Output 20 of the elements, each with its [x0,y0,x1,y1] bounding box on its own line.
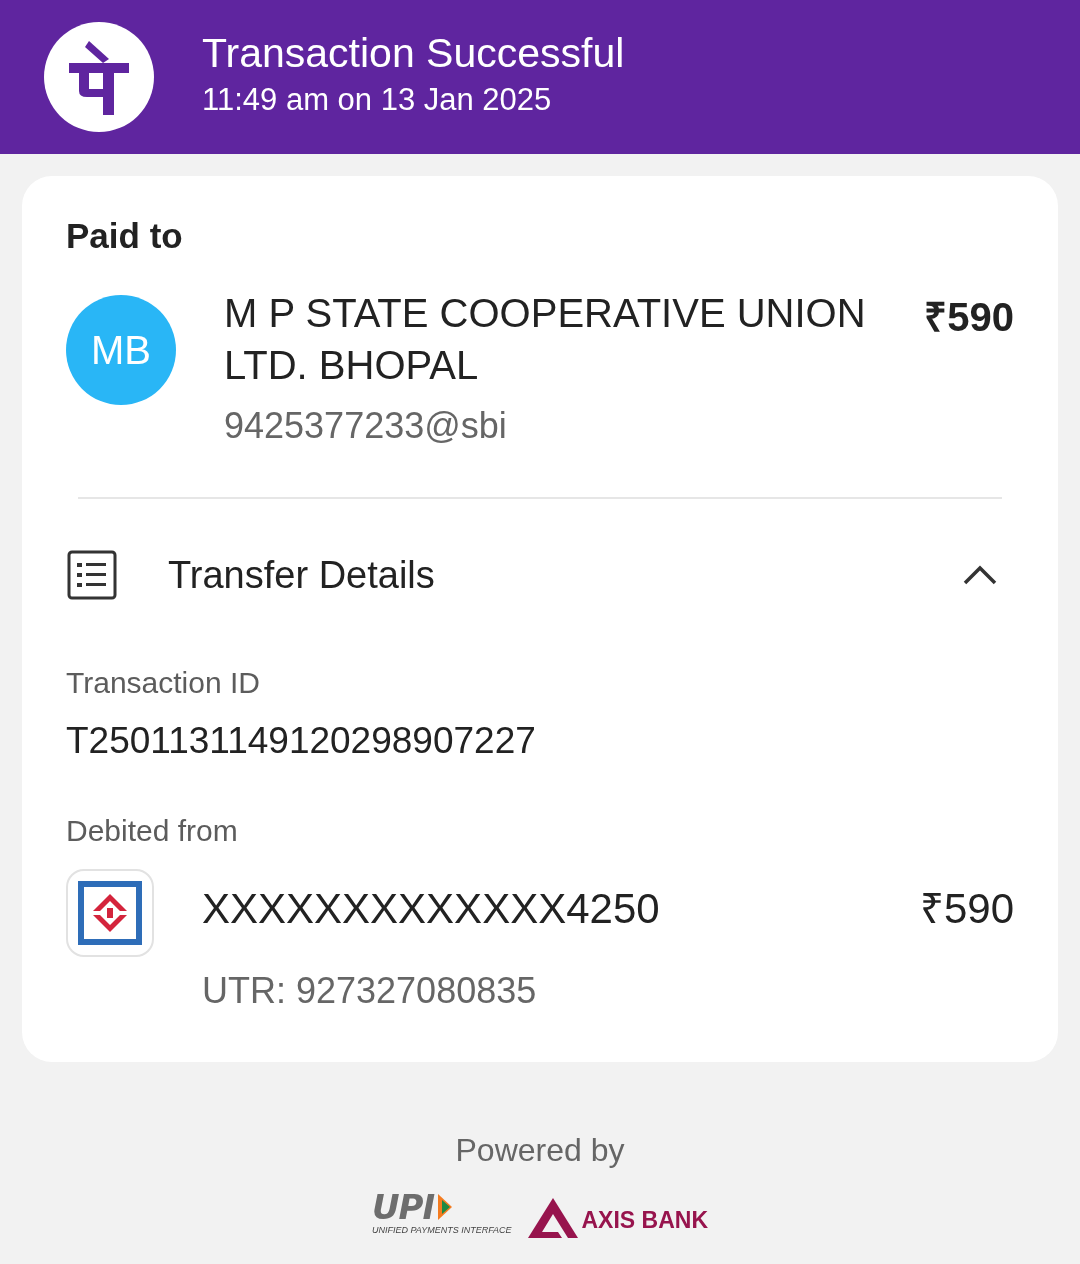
utr-number: UTR: 927327080835 [202,969,538,1013]
chevron-up-icon[interactable] [962,564,998,586]
section-label: Paid to [66,215,184,257]
page-title: Transaction Successful [202,30,625,78]
powered-by-text: Powered by [455,1131,625,1170]
amount: ₹590 [919,884,1014,934]
avatar: MB [66,294,176,405]
field-label: Debited from [66,813,239,849]
bank-logo: AXIS BANK [527,1197,708,1238]
bank-logo-icon [66,869,154,957]
account-number: XXXXXXXXXXXXX4250 [202,884,660,934]
upi-logo: UPI UNIFIED PAYMENTS INTERFACE [372,1190,512,1237]
transaction-time: 11:49 am on 13 Jan 2025 [202,81,553,120]
field-label: Transaction ID [66,664,261,701]
payee-name: M P STATE COOPERATIVE UNION LTD. BHOPAL [224,289,867,389]
transfer-details-toggle[interactable]: Transfer Details [168,546,962,604]
amount: ₹590 [924,293,1014,341]
upi-id: 9425377233@sbi [224,403,508,448]
receipt-list-icon [66,549,118,601]
field-value: T2501131149120298907227 [66,718,537,763]
